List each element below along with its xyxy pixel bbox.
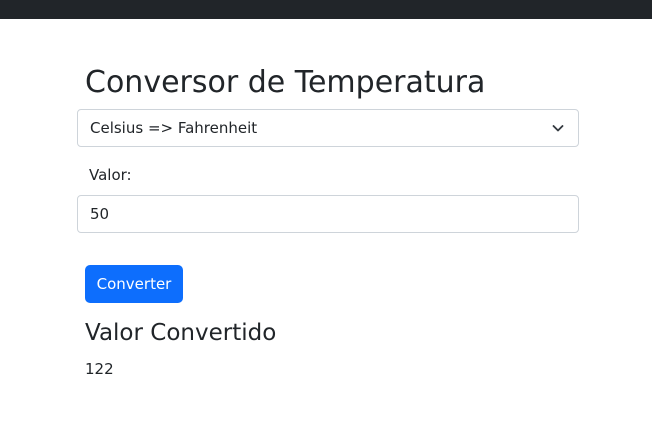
result-title: Valor Convertido: [85, 320, 277, 346]
value-input[interactable]: 50: [77, 195, 579, 233]
value-label: Valor:: [89, 166, 132, 184]
conversion-select[interactable]: Celsius => Fahrenheit: [77, 109, 579, 147]
top-navbar: [0, 0, 652, 19]
page-title: Conversor de Temperatura: [85, 65, 486, 100]
conversion-select-value: Celsius => Fahrenheit: [90, 119, 258, 137]
result-value: 122: [85, 360, 114, 378]
convert-button[interactable]: Converter: [85, 265, 183, 303]
chevron-down-icon: [552, 125, 564, 132]
